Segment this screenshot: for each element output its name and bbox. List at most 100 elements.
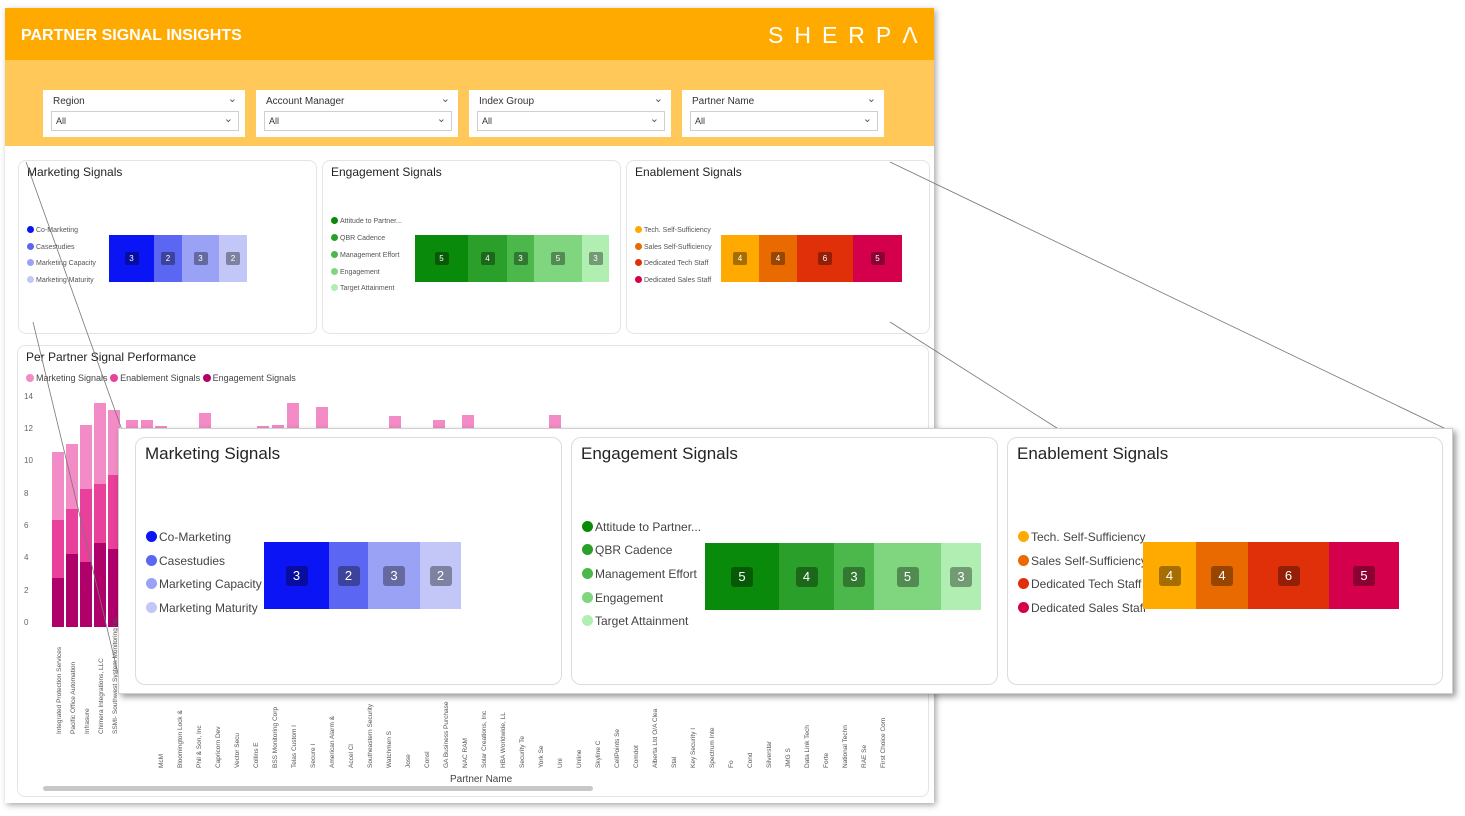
bar-segment[interactable]	[94, 484, 106, 543]
bar-segment[interactable]: 5	[534, 235, 582, 282]
slicer-label: Region	[53, 96, 85, 107]
legend-item: Dedicated Tech Staff	[1018, 577, 1141, 591]
horizontal-scrollbar[interactable]	[43, 786, 593, 791]
header-bar: PARTNER SIGNAL INSIGHTS SHERPΛ	[5, 8, 934, 60]
account-manager-slicer[interactable]: Account Manager ⌄ All ⌄	[256, 90, 458, 137]
bar-segment[interactable]: 2	[420, 542, 461, 609]
marketing-stacked-bar: 3 2 3 2	[109, 235, 247, 282]
partner-name-dropdown[interactable]: All ⌄	[690, 111, 878, 131]
legend-item: Attitude to Partner...	[331, 217, 402, 225]
x-tick-label: Watchmen S	[386, 731, 393, 768]
bar-segment[interactable]: 3	[941, 543, 981, 610]
bar-segment[interactable]: 3	[507, 235, 534, 282]
card-title: Per Partner Signal Performance	[26, 350, 197, 364]
x-tick-label: Accel Cl	[348, 744, 355, 768]
x-tick-label: NAC RAM	[462, 738, 469, 768]
x-tick-label: Consl	[424, 751, 431, 768]
engagement-signals-card-zoomed: Engagement Signals Attitude to Partner..…	[571, 437, 998, 685]
bar-segment[interactable]: 5	[415, 235, 468, 282]
bar-segment[interactable]: 4	[721, 235, 759, 282]
x-tick-label: Uni	[557, 758, 564, 768]
bar-segment[interactable]	[94, 542, 106, 627]
chevron-down-icon[interactable]: ⌄	[650, 112, 659, 125]
partner-name-slicer[interactable]: Partner Name ⌄ All ⌄	[682, 90, 884, 137]
index-group-dropdown[interactable]: All ⌄	[477, 111, 665, 131]
bar-segment[interactable]: 3	[834, 543, 874, 610]
x-tick-label: Bloomington Lock &	[177, 710, 184, 768]
bar-segment[interactable]: 5	[1329, 542, 1399, 609]
x-tick-label: National Techn	[842, 725, 849, 768]
x-tick-label: Data Link Tech	[804, 725, 811, 768]
legend-item: Management Effort	[582, 567, 697, 581]
chevron-down-icon[interactable]: ⌄	[654, 92, 663, 105]
slicer-label: Account Manager	[266, 96, 345, 107]
x-tick-label: Fo	[728, 760, 735, 768]
x-tick-label: Forte	[823, 752, 830, 768]
x-tick-label: RAE Se	[861, 744, 868, 768]
y-tick: 12	[24, 424, 33, 433]
marketing-signals-card-zoomed: Marketing Signals Co-Marketing Casestudi…	[135, 437, 562, 685]
bar-segment[interactable]: 6	[1248, 542, 1329, 609]
bar-segment[interactable]	[94, 403, 106, 485]
legend-item: Dedicated Tech Staff	[635, 259, 708, 267]
bar-segment[interactable]	[52, 578, 64, 627]
bar-segment[interactable]: 3	[182, 235, 219, 282]
bar-segment[interactable]: 3	[368, 542, 420, 609]
x-tick-label: Chimera Integrations, LLC	[98, 658, 105, 734]
filter-bar: Region ⌄ All ⌄ Account Manager ⌄ All ⌄ I…	[5, 60, 934, 146]
bar-segment[interactable]: 6	[797, 235, 853, 282]
x-tick-label: Key Security I	[690, 727, 697, 768]
dropdown-value: All	[695, 116, 706, 126]
x-tick-label: Integrated Protection Services	[56, 646, 63, 734]
bar-segment[interactable]	[52, 452, 64, 521]
chevron-down-icon[interactable]: ⌄	[867, 92, 876, 105]
x-tick-label: Stal	[671, 756, 678, 768]
bar-segment[interactable]: 4	[468, 235, 507, 282]
bar-segment[interactable]: 3	[264, 542, 329, 609]
bar-segment[interactable]: 2	[219, 235, 247, 282]
bar-segment[interactable]	[66, 508, 78, 555]
legend-item: Target Attainment	[331, 284, 394, 292]
enablement-signals-card-zoomed: Enablement Signals Tech. Self-Sufficienc…	[1007, 437, 1443, 685]
x-tick-label: Skyline C	[595, 740, 602, 768]
bar-segment[interactable]: 4	[779, 543, 834, 610]
card-title: Marketing Signals	[27, 165, 123, 179]
y-tick: 2	[24, 586, 29, 595]
bar-segment[interactable]: 2	[329, 542, 368, 609]
region-dropdown[interactable]: All ⌄	[51, 111, 239, 131]
bar-segment[interactable]: 5	[853, 235, 902, 282]
y-tick: 14	[24, 392, 33, 401]
slicer-label: Index Group	[479, 96, 535, 107]
chevron-down-icon[interactable]: ⌄	[863, 112, 872, 125]
chevron-down-icon[interactable]: ⌄	[437, 112, 446, 125]
bar-segment[interactable]	[66, 554, 78, 627]
x-tick-label: Cond	[747, 752, 754, 768]
chevron-down-icon[interactable]: ⌄	[224, 112, 233, 125]
bar-segment[interactable]: 2	[154, 235, 182, 282]
bar-segment[interactable]: 4	[759, 235, 797, 282]
bar-segment[interactable]: 5	[705, 543, 779, 610]
index-group-slicer[interactable]: Index Group ⌄ All ⌄	[469, 90, 671, 137]
region-slicer[interactable]: Region ⌄ All ⌄	[43, 90, 245, 137]
account-manager-dropdown[interactable]: All ⌄	[264, 111, 452, 131]
card-title: Enablement Signals	[635, 165, 742, 179]
bar-segment[interactable]: 4	[1143, 542, 1196, 609]
legend-item: Co-Marketing	[146, 530, 231, 544]
engagement-stacked-bar: 5 4 3 5 3	[705, 543, 981, 610]
x-tick-label: Solar Creations, Inc	[481, 710, 488, 768]
marketing-stacked-bar: 3 2 3 2	[264, 542, 461, 609]
bar-segment[interactable]	[66, 443, 78, 509]
legend-item: Casestudies	[27, 243, 75, 251]
legend-item: Marketing Maturity	[146, 601, 258, 615]
bar-segment[interactable]	[52, 520, 64, 579]
bar-segment[interactable]	[80, 489, 92, 563]
bar-segment[interactable]	[80, 424, 92, 490]
bar-segment[interactable]: 5	[874, 543, 941, 610]
chevron-down-icon[interactable]: ⌄	[228, 92, 237, 105]
bar-segment[interactable]: 3	[109, 235, 154, 282]
bar-segment[interactable]: 4	[1196, 542, 1248, 609]
bar-segment[interactable]	[80, 562, 92, 627]
legend-item: Marketing Capacity	[146, 577, 262, 591]
bar-segment[interactable]: 3	[582, 235, 609, 282]
chevron-down-icon[interactable]: ⌄	[441, 92, 450, 105]
